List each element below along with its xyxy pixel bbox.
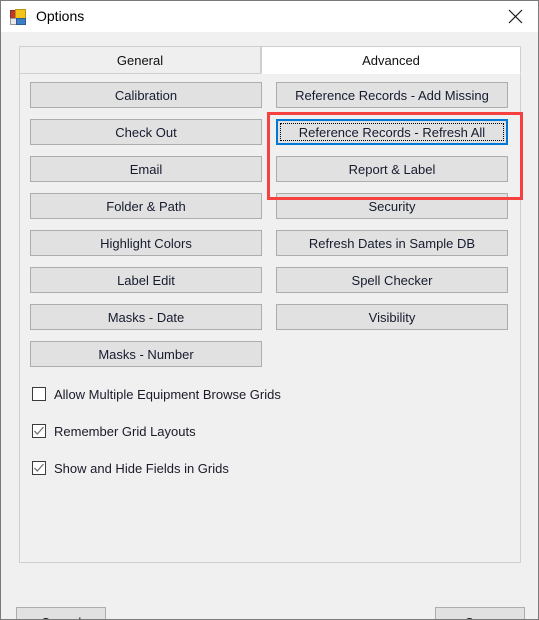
button-folder-and-path-label: Folder & Path	[106, 198, 186, 214]
button-spell-checker[interactable]: Spell Checker	[276, 267, 508, 293]
button-reference-records-refresh-all[interactable]: Reference Records - Refresh All	[276, 119, 508, 145]
checkbox-show-and-hide-fields-in-grids[interactable]: Show and Hide Fields in Grids	[32, 459, 229, 477]
checkbox-allow-multiple-equipment-browse-grids[interactable]: Allow Multiple Equipment Browse Grids	[32, 385, 281, 403]
tab-general[interactable]: General	[19, 46, 261, 74]
button-refresh-dates-in-sample-db-label: Refresh Dates in Sample DB	[308, 235, 476, 251]
button-masks-date[interactable]: Masks - Date	[30, 304, 262, 330]
button-spell-checker-label: Spell Checker	[351, 272, 433, 288]
window-title: Options	[36, 8, 85, 24]
button-visibility[interactable]: Visibility	[276, 304, 508, 330]
checkbox-box-checked	[32, 461, 46, 475]
button-label-edit[interactable]: Label Edit	[30, 267, 262, 293]
checkbox-box-checked	[32, 424, 46, 438]
save-button[interactable]: Save	[435, 607, 525, 620]
button-visibility-label: Visibility	[368, 309, 416, 325]
save-button-label: Save	[465, 615, 495, 620]
tab-advanced-label: Advanced	[362, 52, 420, 68]
checkmark-icon	[34, 426, 44, 435]
advanced-tab-panel: Calibration Check Out Email Folder & Pat…	[19, 74, 523, 563]
button-reference-records-refresh-all-label: Reference Records - Refresh All	[298, 124, 486, 140]
button-highlight-colors-label: Highlight Colors	[100, 235, 192, 251]
checkbox-remember-grid-layouts-label: Remember Grid Layouts	[54, 423, 196, 439]
button-security-label: Security	[368, 198, 416, 214]
button-email-label: Email	[129, 161, 163, 177]
button-masks-number[interactable]: Masks - Number	[30, 341, 262, 367]
button-security[interactable]: Security	[276, 193, 508, 219]
button-calibration[interactable]: Calibration	[30, 82, 262, 108]
tab-advanced[interactable]: Advanced	[261, 46, 521, 74]
button-reference-records-add-missing-label: Reference Records - Add Missing	[295, 87, 489, 103]
cancel-button-label: Cancel	[41, 615, 81, 620]
button-label-edit-label: Label Edit	[117, 272, 175, 288]
tab-strip: General Advanced	[19, 46, 521, 74]
close-icon[interactable]	[492, 1, 538, 32]
checkmark-icon	[34, 463, 44, 472]
button-masks-number-label: Masks - Number	[98, 346, 194, 362]
checkbox-allow-multiple-equipment-browse-grids-label: Allow Multiple Equipment Browse Grids	[54, 386, 281, 402]
dialog-body: General Advanced Calibration Check Out E…	[1, 32, 538, 619]
button-check-out[interactable]: Check Out	[30, 119, 262, 145]
title-bar: Options	[1, 1, 538, 32]
button-email[interactable]: Email	[30, 156, 262, 182]
button-masks-date-label: Masks - Date	[107, 309, 185, 325]
windows-form-icon	[10, 8, 26, 25]
options-dialog-window: Options General Advanced Calibration Che…	[0, 0, 539, 620]
button-check-out-label: Check Out	[115, 124, 177, 140]
checkbox-box-unchecked	[32, 387, 46, 401]
button-reference-records-add-missing[interactable]: Reference Records - Add Missing	[276, 82, 508, 108]
button-refresh-dates-in-sample-db[interactable]: Refresh Dates in Sample DB	[276, 230, 508, 256]
button-report-and-label[interactable]: Report & Label	[276, 156, 508, 182]
cancel-button[interactable]: Cancel	[16, 607, 106, 620]
button-calibration-label: Calibration	[114, 87, 178, 103]
button-highlight-colors[interactable]: Highlight Colors	[30, 230, 262, 256]
checkbox-show-and-hide-fields-in-grids-label: Show and Hide Fields in Grids	[54, 460, 229, 476]
checkbox-remember-grid-layouts[interactable]: Remember Grid Layouts	[32, 422, 196, 440]
button-folder-and-path[interactable]: Folder & Path	[30, 193, 262, 219]
tab-general-label: General	[116, 52, 164, 68]
button-report-and-label-label: Report & Label	[348, 161, 436, 177]
